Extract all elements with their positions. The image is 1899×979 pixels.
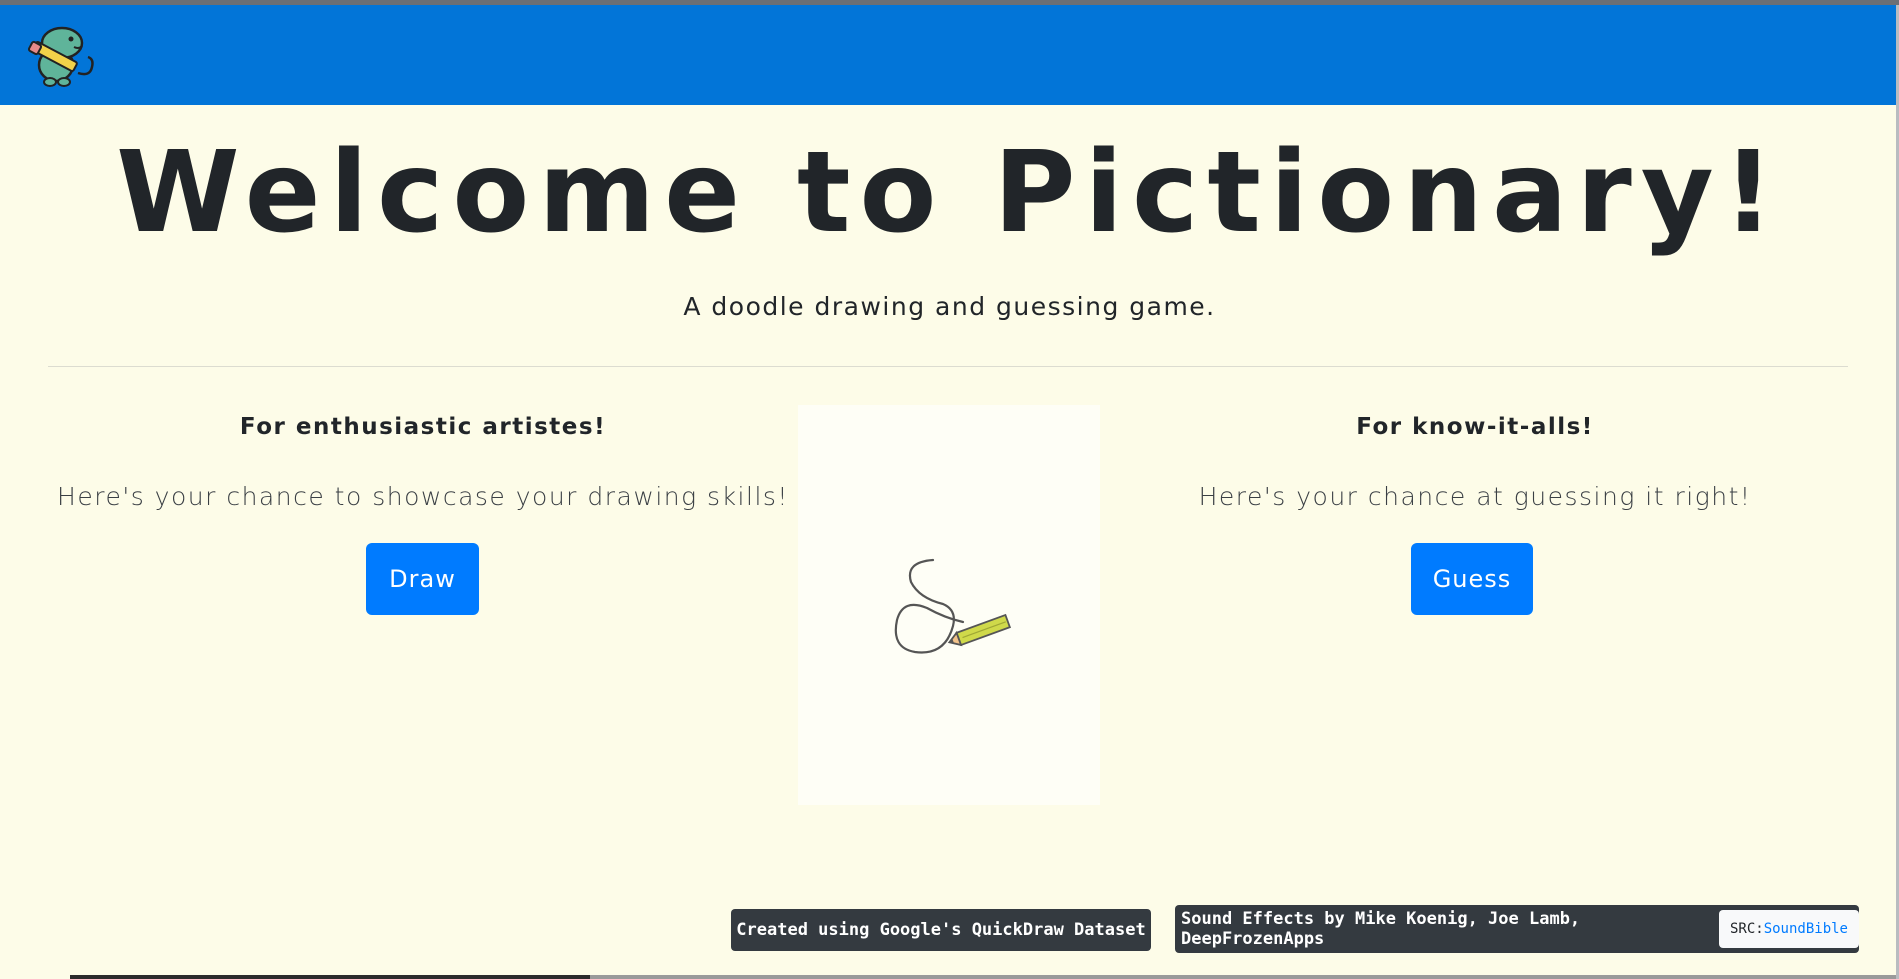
draw-heading: For enthusiastic artistes! <box>239 414 607 440</box>
src-pill: SRC: SoundBible <box>1718 910 1859 948</box>
dataset-credit-text: Created using Google's QuickDraw Dataset <box>736 920 1146 940</box>
guess-button[interactable]: Guess <box>1411 543 1533 615</box>
sound-credit-badge: Sound Effects by Mike Koenig, Joe Lamb, … <box>1175 905 1859 953</box>
src-prefix: SRC: <box>1729 921 1764 937</box>
navbar <box>0 5 1896 105</box>
guess-heading: For know-it-alls! <box>1356 414 1594 440</box>
draw-button[interactable]: Draw <box>366 543 479 615</box>
divider <box>48 366 1848 367</box>
sound-credit-text: Sound Effects by Mike Koenig, Joe Lamb, … <box>1181 909 1581 949</box>
guess-description: Here's your chance at guessing it right! <box>1198 482 1752 511</box>
pencil-doodle-icon <box>894 558 1012 654</box>
dataset-credit-badge: Created using Google's QuickDraw Dataset <box>731 909 1151 951</box>
window-bottom-border-right <box>590 975 1896 979</box>
draw-description: Here's your chance to showcase your draw… <box>57 482 789 511</box>
page-title: Welcome to Pictionary! <box>116 128 1783 258</box>
page-subtitle: A doodle drawing and guessing game. <box>683 292 1216 321</box>
doodle-illustration <box>798 405 1100 805</box>
dino-logo-icon[interactable] <box>26 21 106 93</box>
soundbible-link[interactable]: SoundBible <box>1764 921 1848 937</box>
window-bottom-border <box>70 975 590 979</box>
